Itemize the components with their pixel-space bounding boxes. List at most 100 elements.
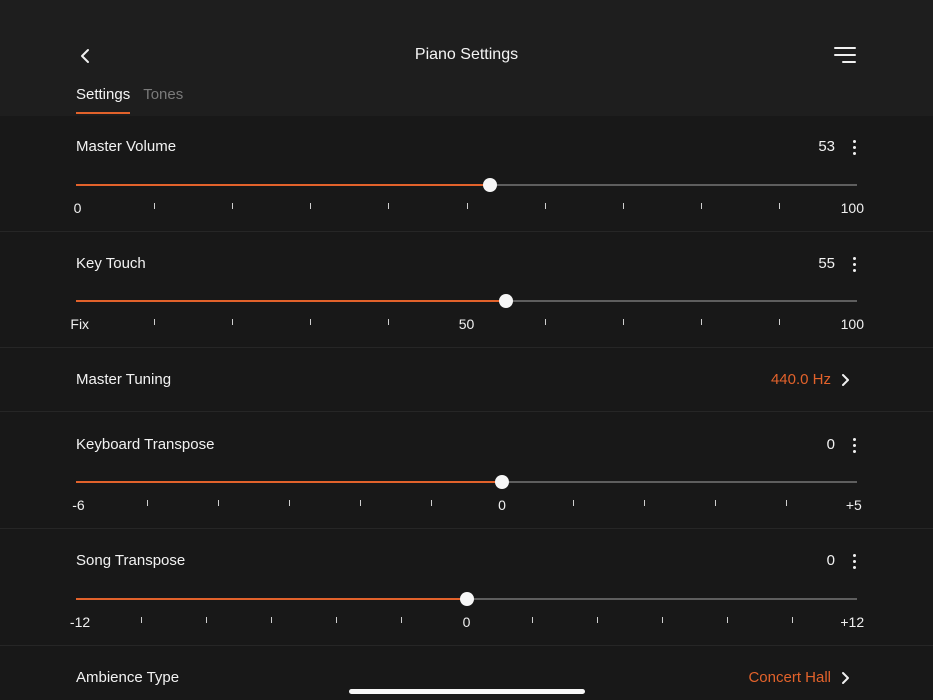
slider-tick	[544, 319, 546, 325]
slider-tick	[715, 500, 716, 506]
home-indicator[interactable]	[349, 689, 585, 694]
chevron-right-icon[interactable]	[840, 671, 850, 685]
slider-tick	[154, 203, 156, 209]
menu-button[interactable]	[832, 44, 858, 66]
slider-tick	[573, 500, 574, 506]
setting-keyboard-transpose: Keyboard Transpose 0 -6 0 +5	[0, 412, 933, 529]
slider-fill	[76, 184, 490, 186]
kebab-icon	[853, 140, 856, 143]
slider-tick	[271, 617, 273, 623]
menu-icon	[834, 47, 856, 49]
scale-label: 100	[840, 200, 865, 216]
slider-tick	[466, 203, 468, 209]
slider-thumb[interactable]	[495, 475, 509, 489]
slider-scale: -6 0 +5	[72, 497, 862, 513]
slider-tick	[700, 319, 702, 325]
scale-label: -12	[69, 614, 91, 630]
slider-tick	[360, 500, 361, 506]
scale-label: 0	[498, 497, 506, 513]
kebab-icon	[853, 554, 856, 557]
slider-tick	[289, 500, 290, 506]
tab-bar: Settings Tones	[76, 86, 183, 114]
setting-value: 0	[826, 436, 835, 453]
slider-tick	[206, 617, 208, 623]
song-transpose-slider[interactable]	[76, 592, 857, 606]
slider-fill	[76, 300, 506, 302]
master-tuning-value[interactable]: 440.0 Hz	[771, 371, 831, 388]
setting-label: Key Touch	[76, 255, 146, 272]
slider-tick	[336, 617, 338, 623]
more-options-button[interactable]	[849, 435, 861, 455]
slider-tick	[778, 319, 780, 325]
tab-settings[interactable]: Settings	[76, 86, 131, 114]
slider-scale: Fix 50 100	[70, 316, 864, 332]
keyboard-transpose-slider[interactable]	[76, 475, 857, 489]
slider-tick	[726, 617, 728, 623]
key-touch-slider[interactable]	[76, 294, 857, 308]
scale-label: +5	[845, 497, 862, 513]
chevron-right-icon[interactable]	[840, 373, 850, 387]
slider-tick	[310, 319, 312, 325]
more-options-button[interactable]	[849, 137, 861, 157]
slider-tick	[544, 203, 546, 209]
setting-song-transpose: Song Transpose 0 -12 0 +12	[0, 529, 933, 646]
scale-label: +12	[840, 614, 865, 630]
setting-value: 0	[826, 552, 835, 569]
ambience-type-value[interactable]: Concert Hall	[748, 669, 831, 686]
scale-label: 50	[458, 316, 475, 332]
more-options-button[interactable]	[849, 254, 861, 274]
kebab-icon	[853, 257, 856, 260]
scale-label: Fix	[70, 316, 90, 332]
setting-label: Song Transpose	[76, 552, 186, 569]
scale-label: 0	[462, 614, 471, 630]
slider-tick	[141, 617, 143, 623]
slider-tick	[401, 617, 403, 623]
menu-icon-line	[842, 61, 856, 63]
slider-tick	[232, 319, 234, 325]
kebab-icon	[853, 438, 856, 441]
slider-tick	[622, 319, 624, 325]
slider-scale: -12 0 +12	[70, 614, 864, 630]
slider-tick	[596, 617, 598, 623]
scale-label: -6	[72, 497, 85, 513]
slider-fill	[76, 481, 502, 483]
scale-label: 0	[73, 200, 82, 216]
slider-tick	[218, 500, 219, 506]
slider-thumb[interactable]	[498, 294, 513, 308]
slider-thumb[interactable]	[482, 178, 497, 192]
master-volume-slider[interactable]	[76, 178, 857, 192]
slider-tick	[791, 617, 793, 623]
slider-tick	[431, 500, 432, 506]
slider-thumb[interactable]	[459, 592, 474, 606]
slider-tick	[388, 319, 390, 325]
slider-tick	[786, 500, 787, 506]
setting-key-touch: Key Touch 55 Fix 50 100	[0, 232, 933, 348]
slider-tick	[644, 500, 645, 506]
setting-master-tuning[interactable]: Master Tuning 440.0 Hz	[0, 348, 933, 412]
more-options-button[interactable]	[849, 551, 861, 571]
setting-label: Ambience Type	[76, 669, 180, 686]
slider-tick	[778, 203, 780, 209]
menu-icon-line	[834, 54, 856, 56]
slider-tick	[232, 203, 234, 209]
setting-master-volume: Master Volume 53 0 100	[0, 116, 933, 232]
slider-tick	[622, 203, 624, 209]
slider-tick	[388, 203, 390, 209]
setting-label: Keyboard Transpose	[76, 436, 215, 453]
setting-label: Master Tuning	[76, 371, 172, 388]
scale-label: 100	[840, 316, 865, 332]
header: Piano Settings Settings Tones	[0, 0, 933, 116]
slider-tick	[154, 319, 156, 325]
slider-tick	[700, 203, 702, 209]
setting-value: 53	[818, 138, 835, 155]
tab-tones[interactable]: Tones	[143, 86, 183, 113]
slider-tick	[531, 617, 533, 623]
setting-value: 55	[818, 255, 835, 272]
slider-scale: 0 100	[73, 200, 864, 216]
slider-tick	[147, 500, 148, 506]
slider-fill	[76, 598, 467, 600]
slider-tick	[661, 617, 663, 623]
slider-tick	[310, 203, 312, 209]
setting-label: Master Volume	[76, 138, 177, 155]
page-title: Piano Settings	[414, 46, 519, 63]
